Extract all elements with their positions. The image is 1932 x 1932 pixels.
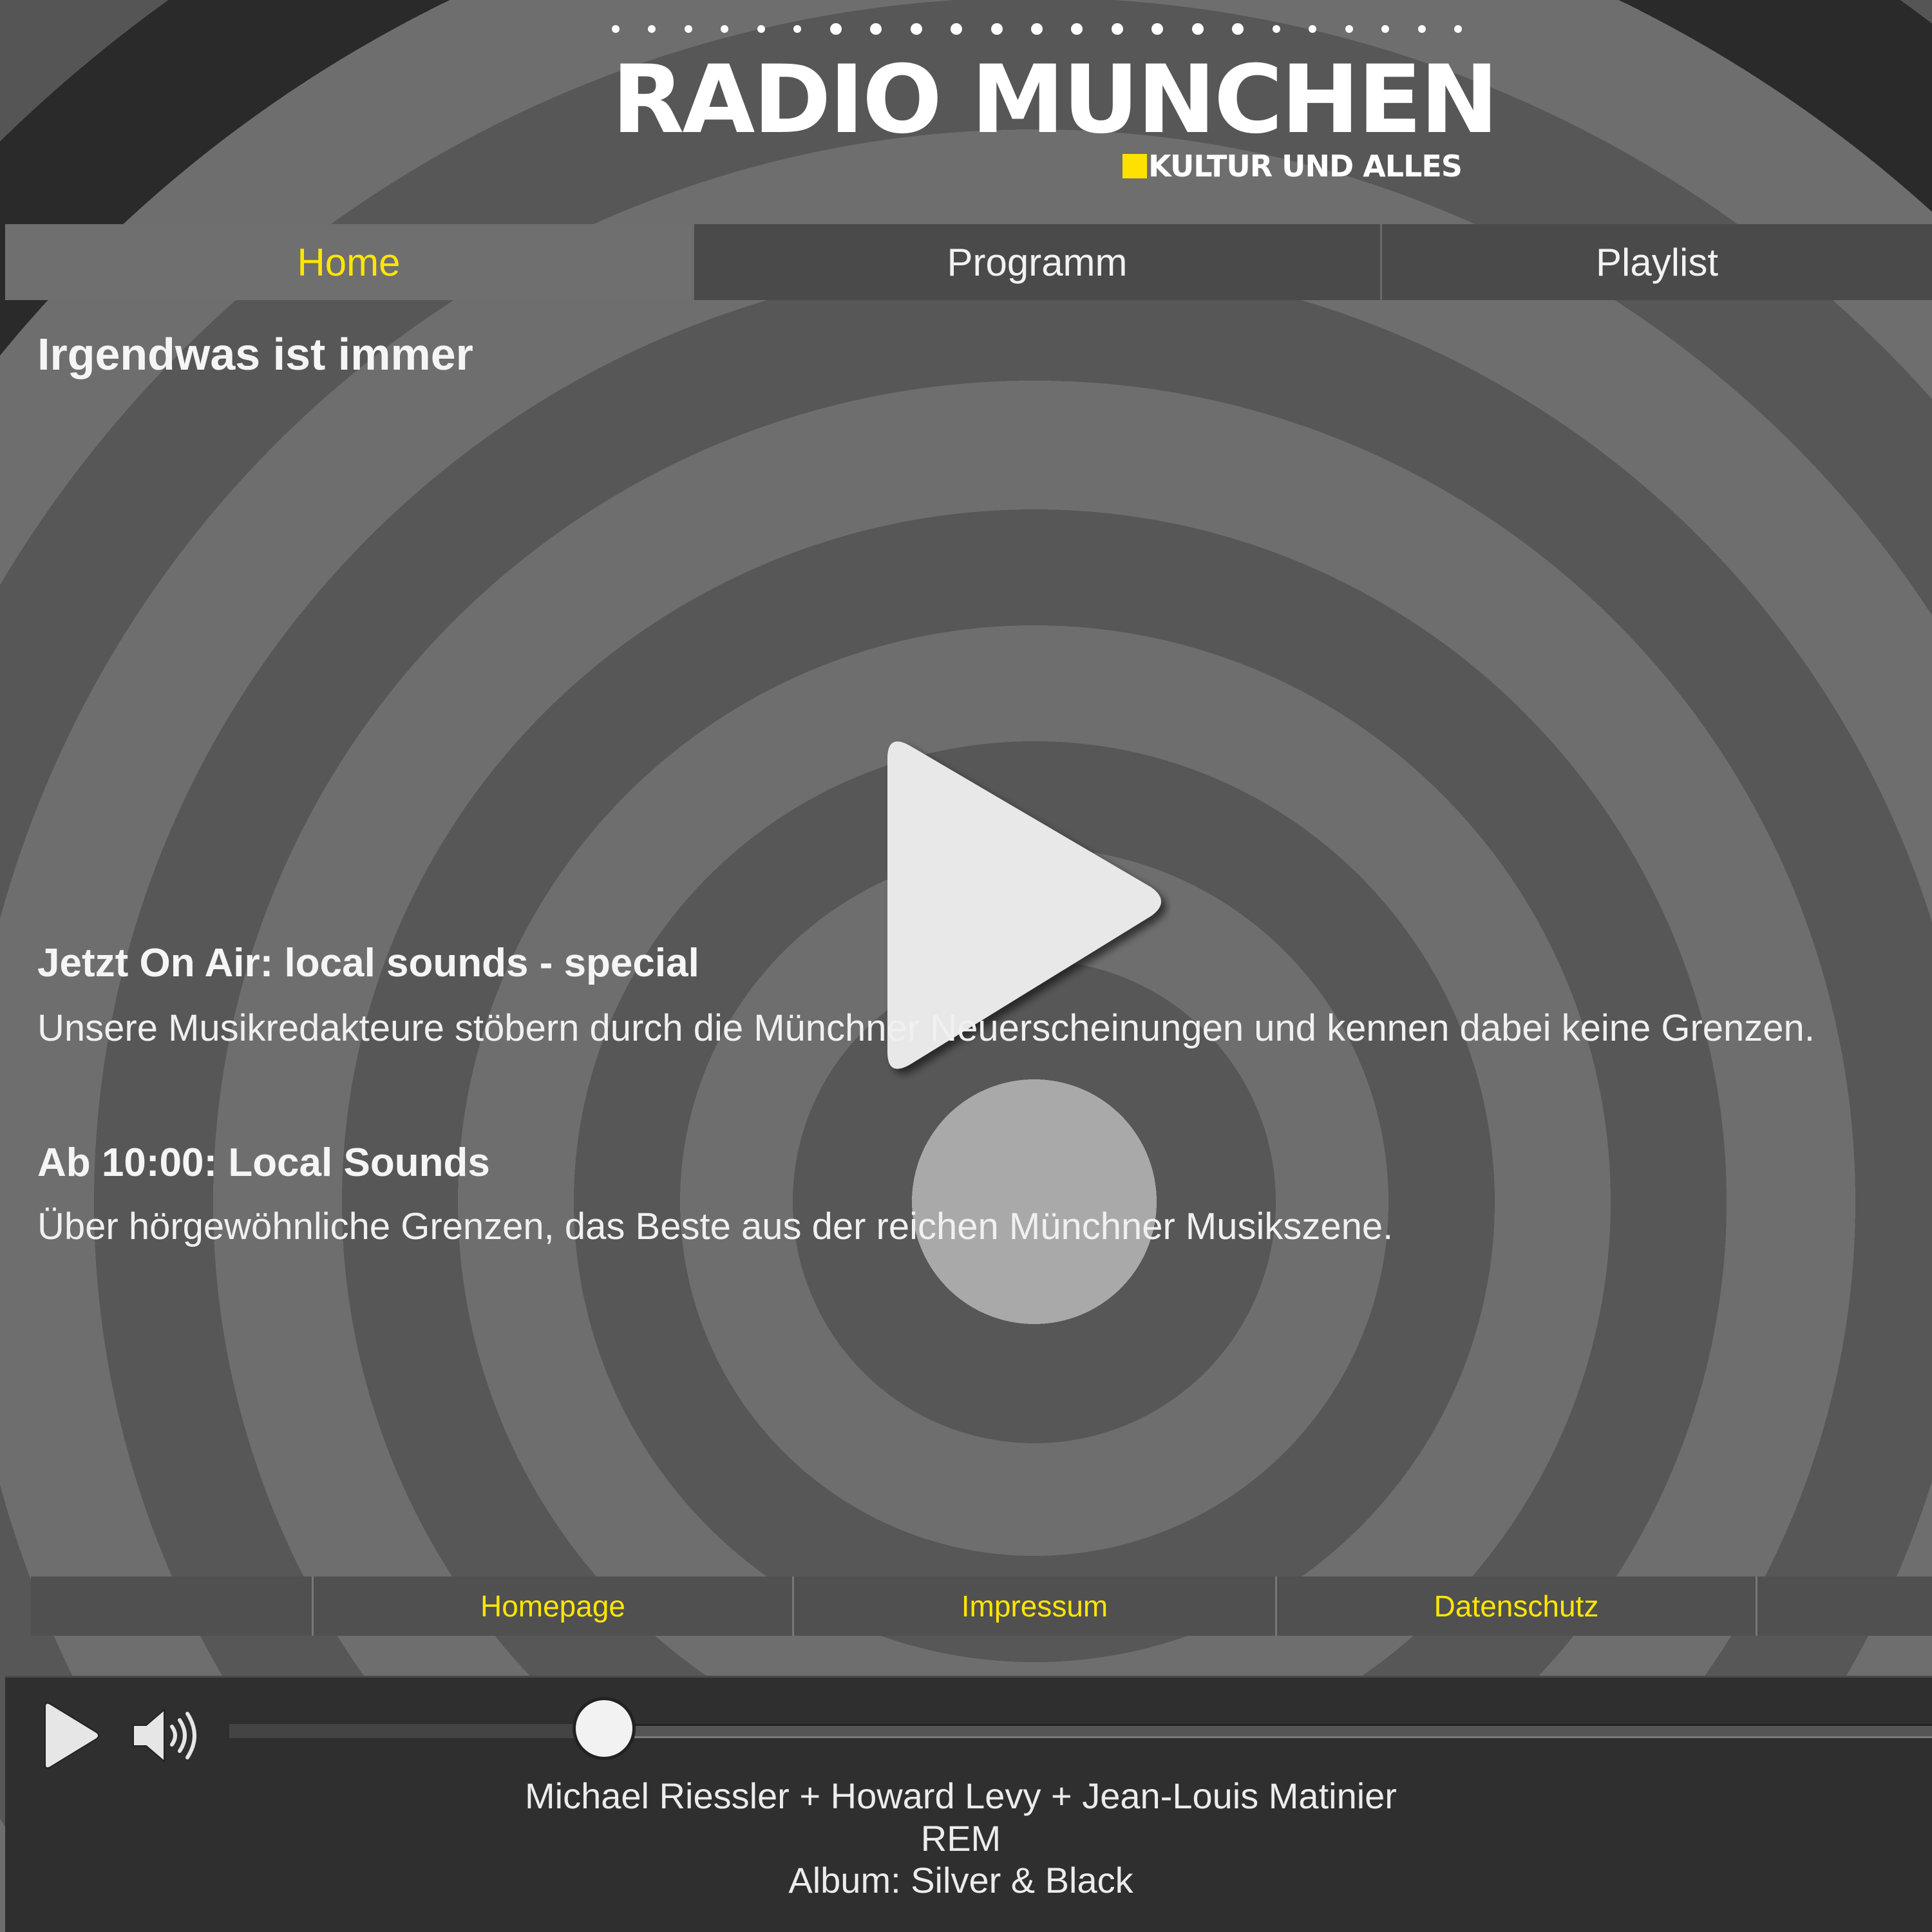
seek-bar-fill [229, 1724, 604, 1738]
seek-handle[interactable] [572, 1697, 636, 1760]
now-playing-title: REM [920, 1818, 1001, 1859]
logo-subtitle: KULTUR UND ALLES [1122, 149, 1463, 184]
station-logo[interactable]: RADIO MUNCHEN KULTUR UND ALLES [612, 19, 1499, 187]
footer-spacer-end [1756, 1577, 1932, 1636]
audio-player: Michael Riessler + Howard Levy + Jean-Lo… [5, 1676, 1932, 1932]
next-show-title: Ab 10:00: Local Sounds [37, 1141, 490, 1185]
now-playing-album: Album: Silver & Black [788, 1860, 1133, 1900]
footer-link-impressum[interactable]: Impressum [792, 1577, 1275, 1636]
page-title: Irgendwas ist immer [37, 329, 473, 379]
tab-programm[interactable]: Programm [694, 224, 1382, 300]
next-show-description: Über hörgewöhnliche Grenzen, das Beste a… [37, 1206, 1394, 1247]
tab-playlist[interactable]: Playlist [1382, 224, 1932, 300]
play-icon[interactable] [37, 1700, 102, 1771]
logo-subtitle-text: KULTUR UND ALLES [1148, 149, 1463, 184]
volume-icon[interactable] [131, 1703, 202, 1768]
now-playing-artist: Michael Riessler + Howard Levy + Jean-Lo… [525, 1776, 1397, 1816]
tab-home[interactable]: Home [5, 224, 694, 300]
logo-accent-square [1122, 154, 1148, 178]
footer-link-datenschutz[interactable]: Datenschutz [1275, 1577, 1756, 1636]
now-on-air-description: Unsere Musikredakteure stöbern durch die… [37, 1007, 1815, 1049]
logo-dots [612, 19, 1462, 39]
footer-spacer [31, 1577, 312, 1636]
nav-tabs: Home Programm Playlist [5, 224, 1932, 300]
footer-links: Homepage Impressum Datenschutz [31, 1577, 1932, 1636]
now-on-air-title: Jetzt On Air: local sounds - special [37, 941, 699, 985]
main-content: Home Programm Playlist Irgendwas ist imm… [5, 224, 1932, 1654]
logo-title: RADIO MUNCHEN [612, 45, 1499, 155]
footer-link-homepage[interactable]: Homepage [312, 1577, 792, 1636]
